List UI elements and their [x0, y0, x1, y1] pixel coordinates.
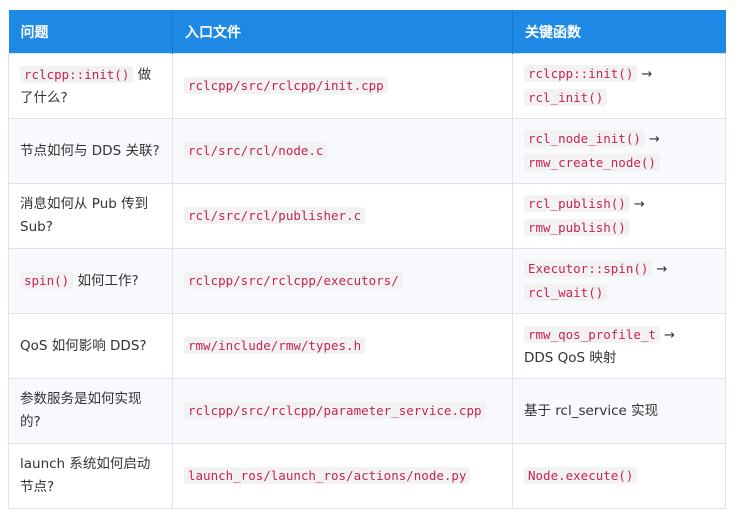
function-cell: Executor::spin() → rcl_wait()	[512, 248, 726, 314]
function-name: rcl_wait()	[524, 284, 608, 301]
file-path: launch_ros/launch_ros/actions/node.py	[184, 467, 471, 484]
table-body: rclcpp::init() 做了什么? rclcpp/src/rclcpp/i…	[8, 53, 726, 509]
arrow-icon: →	[663, 327, 675, 343]
question-text: 节点如何与 DDS 关联?	[20, 142, 160, 159]
function-name: Node.execute()	[524, 467, 638, 484]
table-row: launch 系统如何启动节点? launch_ros/launch_ros/a…	[8, 443, 726, 509]
function-name: rclcpp::init()	[524, 65, 638, 82]
question-cell: rclcpp::init() 做了什么?	[8, 53, 173, 119]
table-row: rclcpp::init() 做了什么? rclcpp/src/rclcpp/i…	[8, 53, 726, 119]
function-line: rcl_init()	[524, 86, 715, 110]
function-line: rcl_wait()	[524, 281, 715, 305]
table-row: 消息如何从 Pub 传到 Sub? rcl/src/rcl/publisher.…	[8, 183, 726, 249]
file-path: rmw/include/rmw/types.h	[184, 337, 366, 354]
function-name: rcl_init()	[524, 89, 608, 106]
question-text: 消息如何从 Pub 传到 Sub?	[20, 196, 149, 235]
arrow-icon: →	[641, 67, 653, 82]
function-name: rmw_create_node()	[524, 154, 660, 171]
function-name: rmw_qos_profile_t	[524, 325, 660, 343]
table-header: 问题 入口文件 关键函数	[8, 10, 726, 54]
arrow-icon: →	[633, 197, 645, 212]
question-cell: QoS 如何影响 DDS?	[8, 313, 173, 379]
file-path: rclcpp/src/rclcpp/parameter_service.cpp	[184, 402, 486, 419]
function-line: rclcpp::init() →	[524, 62, 715, 86]
question-cell: 参数服务是如何实现的?	[8, 378, 173, 444]
function-line: DDS QoS 映射	[524, 347, 715, 370]
function-line: rmw_publish()	[524, 216, 715, 240]
file-path: rclcpp/src/rclcpp/init.cpp	[184, 77, 388, 94]
header-entry-file: 入口文件	[172, 10, 513, 54]
file-path: rcl/src/rcl/publisher.c	[184, 207, 366, 224]
arrow-icon: →	[648, 132, 660, 147]
function-name: rcl_publish()	[524, 195, 630, 212]
file-cell: rclcpp/src/rclcpp/parameter_service.cpp	[172, 378, 513, 444]
function-cell: 基于 rcl_service 实现	[512, 378, 726, 444]
file-path: rcl/src/rcl/node.c	[184, 142, 328, 159]
table-row: 节点如何与 DDS 关联? rcl/src/rcl/node.c rcl_nod…	[8, 118, 726, 184]
function-cell: rmw_qos_profile_t → DDS QoS 映射	[512, 313, 726, 379]
header-question: 问题	[8, 10, 173, 54]
file-path: rclcpp/src/rclcpp/executors/	[184, 272, 403, 289]
function-line: Executor::spin() →	[524, 257, 715, 281]
header-key-function: 关键函数	[512, 10, 726, 54]
file-cell: rclcpp/src/rclcpp/executors/	[172, 248, 513, 314]
question-cell: launch 系统如何启动节点?	[8, 443, 173, 509]
source-map-table-container: 问题 入口文件 关键函数 rclcpp::init() 做了什么? rclcpp…	[8, 10, 726, 509]
function-line: rcl_publish() →	[524, 192, 715, 216]
question-cell: spin() 如何工作?	[8, 248, 173, 314]
question-text: QoS 如何影响 DDS?	[20, 337, 147, 354]
function-description: 基于 rcl_service 实现	[524, 402, 659, 419]
file-cell: launch_ros/launch_ros/actions/node.py	[172, 443, 513, 509]
question-code: spin()	[20, 272, 74, 289]
file-cell: rcl/src/rcl/publisher.c	[172, 183, 513, 249]
function-line: rcl_node_init() →	[524, 127, 715, 151]
function-description: DDS QoS 映射	[524, 349, 617, 366]
function-cell: Node.execute()	[512, 443, 726, 509]
source-map-table: 问题 入口文件 关键函数 rclcpp::init() 做了什么? rclcpp…	[8, 10, 726, 509]
function-name: rmw_publish()	[524, 219, 630, 236]
question-cell: 消息如何从 Pub 传到 Sub?	[8, 183, 173, 249]
function-line: rmw_qos_profile_t →	[524, 323, 715, 347]
file-cell: rclcpp/src/rclcpp/init.cpp	[172, 53, 513, 119]
function-cell: rcl_node_init() → rmw_create_node()	[512, 118, 726, 184]
header-row: 问题 入口文件 关键函数	[8, 10, 726, 54]
question-text: launch 系统如何启动节点?	[20, 456, 151, 495]
table-row: 参数服务是如何实现的? rclcpp/src/rclcpp/parameter_…	[8, 378, 726, 444]
table-row: spin() 如何工作? rclcpp/src/rclcpp/executors…	[8, 248, 726, 314]
function-name: rcl_node_init()	[524, 130, 645, 147]
function-cell: rcl_publish() → rmw_publish()	[512, 183, 726, 249]
file-cell: rcl/src/rcl/node.c	[172, 118, 513, 184]
question-cell: 节点如何与 DDS 关联?	[8, 118, 173, 184]
table-row: QoS 如何影响 DDS? rmw/include/rmw/types.h rm…	[8, 313, 726, 379]
function-line: rmw_create_node()	[524, 151, 715, 175]
file-cell: rmw/include/rmw/types.h	[172, 313, 513, 379]
function-name: Executor::spin()	[524, 260, 653, 277]
question-code: rclcpp::init()	[20, 65, 134, 83]
question-text: 参数服务是如何实现的?	[20, 391, 142, 430]
arrow-icon: →	[656, 262, 668, 277]
function-cell: rclcpp::init() → rcl_init()	[512, 53, 726, 119]
question-text: 如何工作?	[73, 273, 139, 289]
